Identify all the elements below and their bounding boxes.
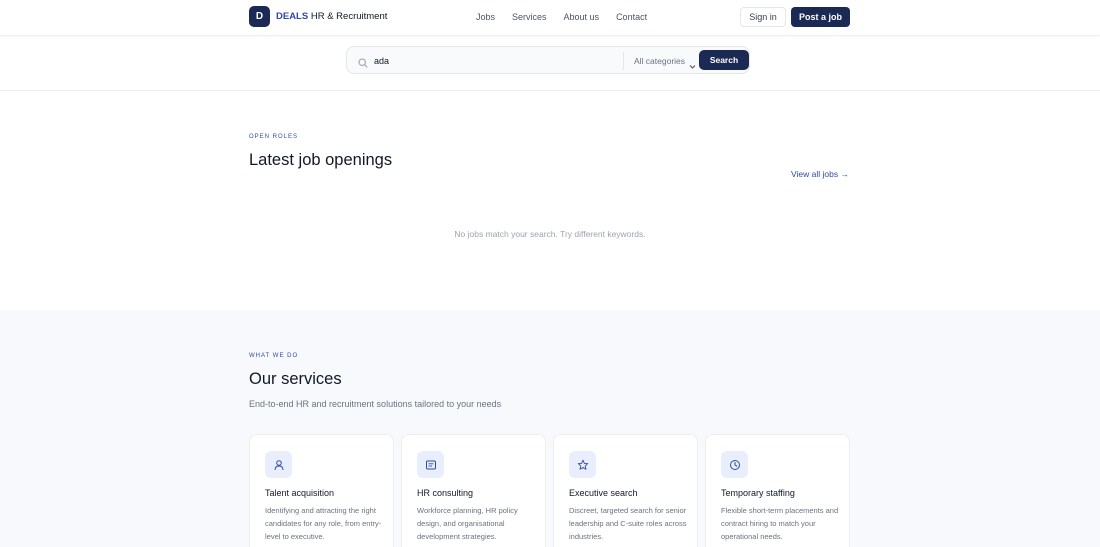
- service-card-title: HR consulting: [417, 488, 474, 498]
- top-navbar: D DEALS HR & Recruitment Jobs Services A…: [0, 0, 1100, 36]
- sign-in-button[interactable]: Sign in: [740, 7, 786, 27]
- document-icon: [417, 451, 444, 478]
- service-card-consulting[interactable]: HR consulting Workforce planning, HR pol…: [401, 434, 546, 547]
- services-subtitle: End-to-end HR and recruitment solutions …: [249, 399, 502, 409]
- logo-text: DEALS HR & Recruitment: [276, 11, 387, 22]
- nav-link-about[interactable]: About us: [564, 12, 600, 22]
- service-card-temporary[interactable]: Temporary staffing Flexible short-term p…: [705, 434, 850, 547]
- services-eyebrow: WHAT WE DO: [249, 353, 299, 359]
- service-card-talent[interactable]: Talent acquisition Identifying and attra…: [249, 434, 394, 547]
- search-bar: ada All categories Search: [346, 46, 750, 74]
- search-divider: [623, 52, 624, 70]
- nav-link-services[interactable]: Services: [512, 12, 547, 22]
- service-card-desc: Identifying and attracting the right can…: [265, 506, 382, 541]
- services-section: WHAT WE DO Our services End-to-end HR an…: [0, 310, 1100, 547]
- logo-brand: DEALS: [276, 11, 309, 22]
- post-job-button[interactable]: Post a job: [791, 7, 850, 27]
- nav-links: Jobs Services About us Contact: [476, 12, 664, 22]
- service-card-desc: Discreet, targeted search for senior lea…: [569, 506, 687, 541]
- search-icon: [358, 55, 368, 73]
- view-all-jobs-link[interactable]: View all jobs →: [791, 169, 849, 179]
- service-card-desc: Flexible short-term placements and contr…: [721, 506, 839, 541]
- nav-link-jobs[interactable]: Jobs: [476, 12, 495, 22]
- service-card-title: Talent acquisition: [265, 488, 335, 498]
- chevron-down-icon[interactable]: [689, 57, 696, 75]
- nav-link-contact[interactable]: Contact: [616, 12, 647, 22]
- service-card-title: Temporary staffing: [721, 488, 795, 498]
- search-input[interactable]: ada: [374, 56, 389, 66]
- search-button[interactable]: Search: [699, 50, 749, 70]
- open-roles-eyebrow: OPEN ROLES: [249, 134, 299, 140]
- logo[interactable]: D DEALS HR & Recruitment: [249, 6, 387, 27]
- empty-jobs-message: No jobs match your search. Try different…: [454, 229, 646, 239]
- service-card-title: Executive search: [569, 488, 638, 498]
- user-icon: [265, 451, 292, 478]
- logo-brand-rest: HR & Recruitment: [310, 11, 388, 22]
- star-icon: [569, 451, 596, 478]
- category-select[interactable]: All categories: [634, 56, 685, 66]
- services-title: Our services: [249, 370, 342, 388]
- clock-icon: [721, 451, 748, 478]
- service-card-executive[interactable]: Executive search Discreet, targeted sear…: [553, 434, 698, 547]
- search-section: ada All categories Search: [0, 37, 1100, 91]
- service-card-desc: Workforce planning, HR policy design, an…: [417, 506, 518, 541]
- jobs-title: Latest job openings: [249, 151, 393, 169]
- logo-mark: D: [249, 6, 270, 27]
- service-cards: Talent acquisition Identifying and attra…: [249, 434, 850, 547]
